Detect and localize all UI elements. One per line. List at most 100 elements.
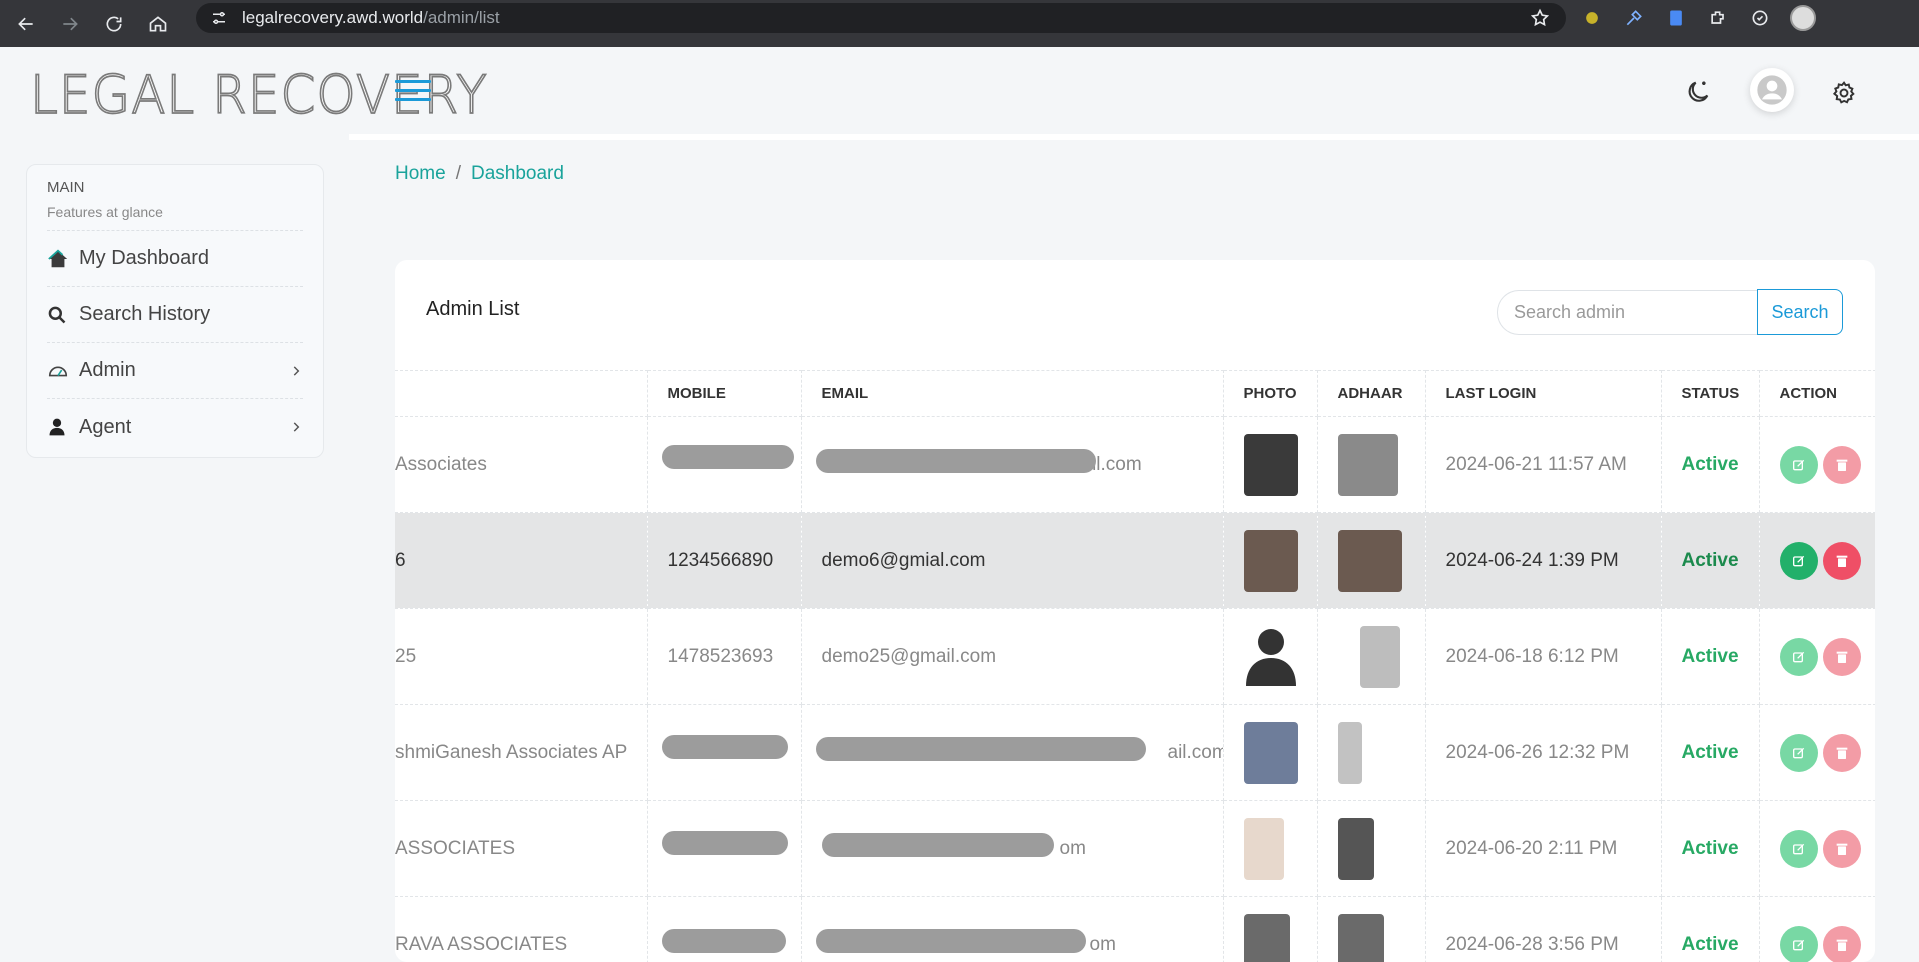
breadcrumb: Home / Dashboard [395, 163, 564, 185]
address-bar[interactable]: legalrecovery.awd.world/admin/list [196, 3, 1566, 33]
status-badge: Active [1661, 800, 1760, 897]
table-row[interactable]: 6 1234566890 demo6@gmial.com 2024-06-24 … [395, 512, 1875, 609]
cell-name: 6 [395, 512, 648, 609]
redaction-mark [815, 929, 1086, 953]
edit-icon [1792, 747, 1804, 758]
sidebar-item-label: Agent [79, 415, 132, 438]
browser-profile-avatar[interactable] [1790, 5, 1816, 31]
cell-email: om [801, 896, 1224, 962]
delete-button[interactable] [1822, 829, 1861, 868]
delete-button[interactable] [1822, 637, 1861, 676]
table-row[interactable]: ASSOCIATES om 2024-06-20 2:11 PM Active [395, 800, 1875, 897]
sidebar-item-agent[interactable]: Agent [47, 399, 303, 455]
cell-adhaar [1317, 704, 1426, 801]
edit-button[interactable] [1779, 829, 1818, 868]
admin-table: MOBILE EMAIL PHOTO ADHAAR LAST LOGIN STA… [395, 370, 1875, 962]
edit-button[interactable] [1779, 925, 1818, 962]
cell-name: Associates [395, 416, 648, 513]
cell-adhaar [1317, 608, 1426, 705]
table-row[interactable]: 25 1478523693 demo25@gmail.com 2024-06-1… [395, 608, 1875, 705]
cell-email: om [801, 800, 1224, 897]
cell-name: RAVA ASSOCIATES [395, 896, 648, 962]
extension-icon[interactable] [1580, 6, 1604, 30]
person-silhouette-icon[interactable] [1244, 622, 1298, 686]
header-divider [349, 134, 1919, 140]
adhaar-thumbnail[interactable] [1359, 625, 1400, 688]
search-icon [47, 304, 69, 326]
trash-icon [1836, 747, 1847, 759]
adhaar-thumbnail[interactable] [1337, 913, 1384, 962]
adhaar-thumbnail[interactable] [1337, 721, 1362, 784]
trash-icon [1836, 843, 1847, 855]
redaction-mark [815, 449, 1096, 473]
sidebar-item-label: Search History [79, 303, 211, 325]
edit-button[interactable] [1779, 637, 1818, 676]
table-row[interactable]: Associates ail.com 2024-06-21 11:57 AM A… [395, 416, 1875, 513]
delete-button[interactable] [1822, 541, 1861, 580]
edit-button[interactable] [1779, 733, 1818, 772]
column-header-name [395, 370, 648, 417]
sidebar-item-my-dashboard[interactable]: My Dashboard [47, 231, 303, 287]
sync-icon[interactable] [1748, 6, 1772, 30]
redaction-mark [661, 735, 788, 759]
back-arrow-icon[interactable] [8, 6, 44, 42]
delete-button[interactable] [1822, 445, 1861, 484]
reload-icon[interactable] [96, 6, 132, 42]
photo-thumbnail[interactable] [1243, 529, 1298, 592]
redaction-mark [661, 445, 794, 469]
status-badge: Active [1661, 416, 1760, 513]
table-row[interactable]: RAVA ASSOCIATES om 2024-06-28 3:56 PM Ac… [395, 896, 1875, 962]
edit-icon [1792, 939, 1804, 950]
cell-photo [1223, 704, 1318, 801]
trash-icon [1836, 459, 1847, 471]
adhaar-thumbnail[interactable] [1337, 817, 1374, 880]
cell-action [1759, 416, 1875, 513]
breadcrumb-home-link[interactable]: Home [395, 163, 446, 184]
dark-mode-icon[interactable] [1684, 78, 1712, 106]
sidebar-item-search-history[interactable]: Search History [47, 287, 303, 343]
redaction-mark [815, 737, 1146, 761]
delete-button[interactable] [1822, 733, 1861, 772]
user-avatar[interactable] [1750, 68, 1794, 112]
home-page-icon[interactable] [140, 6, 176, 42]
column-header-adhaar: ADHAAR [1317, 370, 1426, 417]
url-host: legalrecovery.awd.world [242, 8, 424, 27]
cell-adhaar [1317, 416, 1426, 513]
eyedropper-icon[interactable] [1622, 6, 1646, 30]
photo-thumbnail[interactable] [1243, 913, 1290, 962]
photo-thumbnail[interactable] [1243, 433, 1298, 496]
search-admin-input[interactable] [1497, 290, 1759, 335]
docs-extension-icon[interactable] [1664, 6, 1688, 30]
status-badge: Active [1661, 512, 1760, 609]
sidebar-item-label: My Dashboard [79, 247, 210, 269]
admin-list-card: Admin List Search MOBILE EMAIL PHOTO ADH… [395, 260, 1875, 962]
bookmark-star-icon[interactable] [1530, 8, 1550, 28]
edit-button[interactable] [1779, 541, 1818, 580]
gear-icon[interactable] [1831, 80, 1857, 106]
column-header-photo: PHOTO [1223, 370, 1318, 417]
edit-button[interactable] [1779, 445, 1818, 484]
adhaar-thumbnail[interactable] [1337, 433, 1398, 496]
cell-photo [1223, 896, 1318, 962]
delete-button[interactable] [1822, 925, 1861, 962]
search-button[interactable]: Search [1757, 289, 1843, 335]
forward-arrow-icon[interactable] [52, 6, 88, 42]
table-row[interactable]: shmiGanesh Associates AP ail.com 2024-06… [395, 704, 1875, 801]
photo-thumbnail[interactable] [1243, 817, 1284, 880]
redaction-mark [821, 833, 1054, 857]
sidebar-item-admin[interactable]: Admin [47, 343, 303, 399]
cell-action [1759, 512, 1875, 609]
cell-email: ail.com [801, 416, 1224, 513]
cell-email: demo6@gmial.com [801, 512, 1224, 609]
cell-name: 25 [395, 608, 648, 705]
puzzle-extensions-icon[interactable] [1706, 6, 1730, 30]
cell-name: shmiGanesh Associates AP [395, 704, 648, 801]
menu-toggle-icon[interactable] [395, 80, 431, 104]
breadcrumb-current[interactable]: Dashboard [471, 163, 564, 184]
site-info-icon[interactable] [210, 9, 228, 27]
browser-toolbar: legalrecovery.awd.world/admin/list [0, 0, 1919, 47]
photo-thumbnail[interactable] [1243, 721, 1298, 784]
extensions-area [1580, 0, 1816, 36]
adhaar-thumbnail[interactable] [1337, 529, 1402, 592]
column-header-status: STATUS [1661, 370, 1760, 417]
